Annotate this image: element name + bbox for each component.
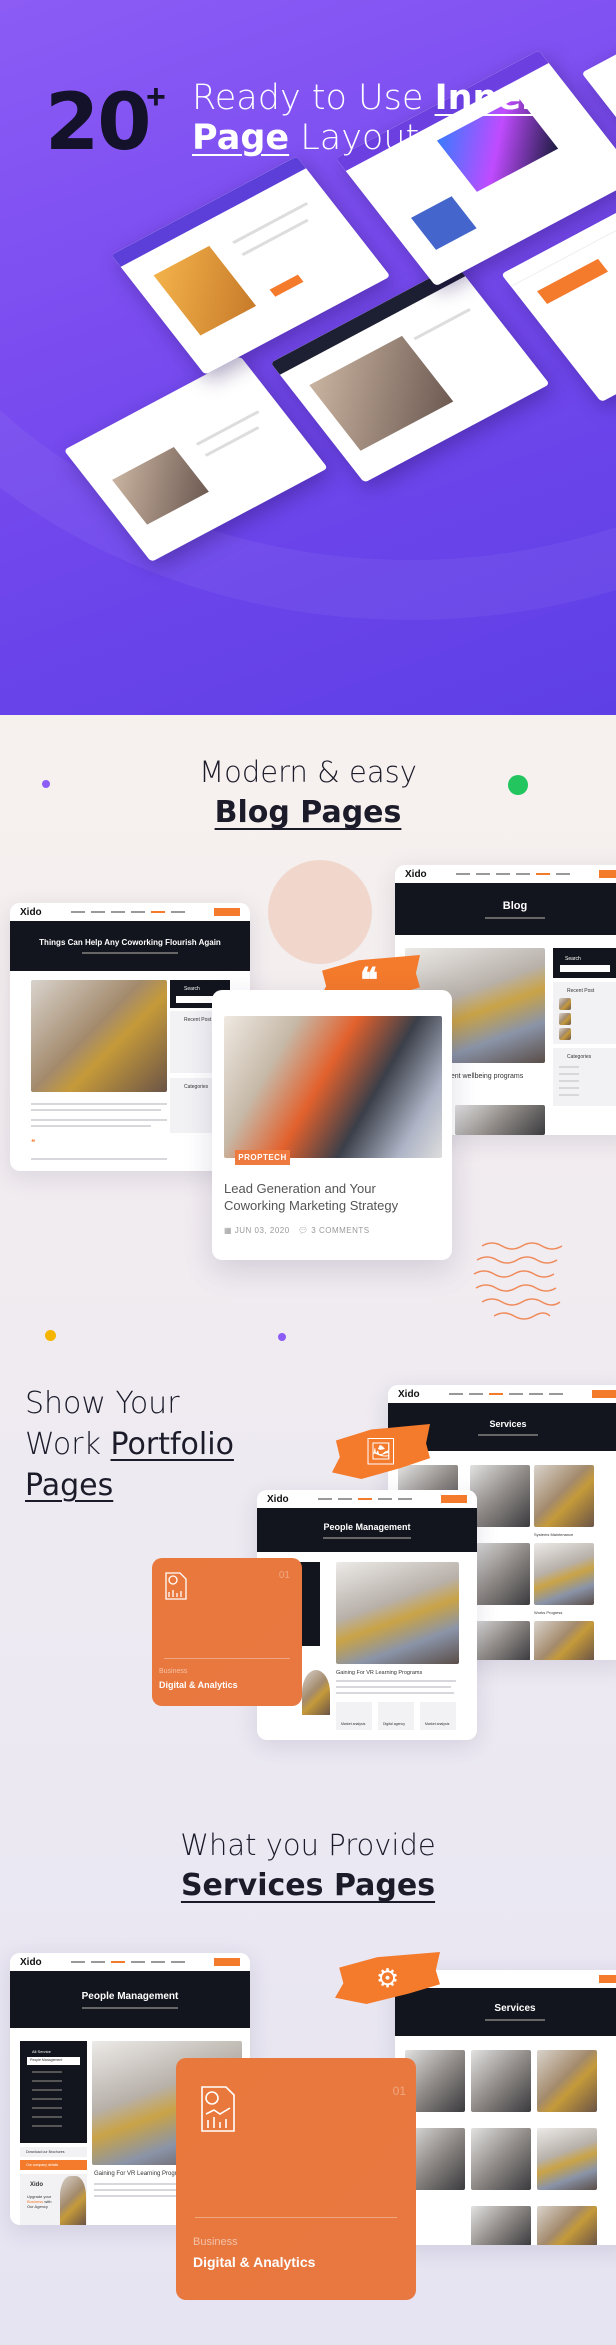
hero-title-line1: Ready to Use Inner <box>192 78 538 118</box>
category-badge[interactable]: PROPTECH <box>235 1150 290 1165</box>
service-heading: Gaining For VR Learning Programs <box>336 1670 423 1676</box>
calendar-icon: ▦ <box>224 1226 235 1235</box>
mock-title: Things Can Help Any Coworking Flourish A… <box>39 938 221 947</box>
cta-button <box>592 1390 616 1398</box>
mock-title: Services <box>489 1418 527 1429</box>
services-mockup: Services <box>395 1970 616 2245</box>
hero-section: 20 + Ready to Use Inner Page Layouts <box>0 0 616 715</box>
hero-title-text: Ready to Use <box>192 78 435 118</box>
report-chart-icon <box>201 2086 235 2132</box>
mock-title: Blog <box>502 899 528 912</box>
logo: Xido <box>398 1388 420 1400</box>
card-number: 01 <box>278 1570 290 1581</box>
service-card[interactable]: 01 Business Digital & Analytics <box>176 2058 416 2300</box>
cta-button <box>441 1495 467 1503</box>
logo: Xido <box>20 906 42 918</box>
blog-subheading: Blog Pages <box>214 795 402 830</box>
cta-button <box>214 1958 240 1966</box>
post-comments[interactable]: 3 COMMENTS <box>311 1226 369 1235</box>
hero-plus: + <box>146 78 166 116</box>
service-image <box>336 1562 459 1664</box>
brochure-button[interactable]: Download our Brochures <box>20 2147 87 2157</box>
post-image <box>455 1105 545 1135</box>
logo: Xido <box>267 1493 289 1505</box>
post-date: JUN 03, 2020 <box>234 1226 290 1235</box>
services-subheading: Services Pages <box>180 1868 436 1903</box>
mock-banner: People Management <box>10 1971 250 2028</box>
post-title: ment wellbeing programs <box>445 1073 524 1080</box>
services-heading: What you Provide <box>180 1828 436 1862</box>
post-meta: ▦ JUN 03, 2020 💬︎ 3 COMMENTS <box>224 1226 370 1235</box>
service-sidebar: All Service People Management <box>20 2041 87 2143</box>
card-number: 01 <box>392 2084 406 2098</box>
post-image <box>31 980 167 1092</box>
mock-banner: Things Can Help Any Coworking Flourish A… <box>10 921 250 971</box>
hero-title-text: Layouts <box>289 118 438 158</box>
portfolio-heading: Show Your Work Portfolio Pages <box>25 1386 234 1503</box>
mock-banner: Blog <box>395 883 616 935</box>
service-image <box>534 1543 594 1605</box>
decorative-dot <box>45 1330 56 1341</box>
hero-count: 20 <box>45 78 152 168</box>
blog-heading: Modern & easy <box>199 755 417 789</box>
cta-button <box>599 870 616 878</box>
card-category: Business <box>193 2236 238 2248</box>
promo-widget: Xido Upgrade your Business with Our Agen… <box>20 2174 87 2225</box>
mock-nav: Xido <box>10 1953 250 1971</box>
logo: Xido <box>405 868 427 880</box>
decorative-waves <box>473 1242 563 1320</box>
quote-icon: ❝ <box>31 1138 36 1147</box>
company-details-button[interactable]: Our company details <box>20 2160 87 2170</box>
hero-title-bold: Page <box>192 118 290 158</box>
mock-nav: Xido <box>257 1490 477 1508</box>
mock-title: Services <box>494 2003 536 2014</box>
mock-nav: Xido <box>10 903 250 921</box>
categories-widget: Categories <box>553 1048 616 1106</box>
mock-banner: People Management <box>257 1508 477 1552</box>
service-image <box>534 1465 594 1527</box>
preview-card <box>63 356 328 563</box>
post-image <box>224 1016 442 1158</box>
recent-posts-widget: Recent Post <box>553 982 616 1044</box>
mock-nav: Xido <box>388 1385 616 1403</box>
card-category: Business <box>159 1668 188 1675</box>
sidebar-item-active[interactable]: People Management <box>30 2058 62 2062</box>
service-heading: Gaining For VR Learning Programs <box>94 2171 189 2177</box>
report-chart-icon <box>165 1572 187 1600</box>
cta-button <box>214 908 240 916</box>
logo: Xido <box>20 1956 42 1968</box>
hero-title-bold: Inner <box>434 78 539 118</box>
promo-page: 20 + Ready to Use Inner Page Layouts Mod… <box>0 0 616 2345</box>
service-image <box>470 1465 530 1527</box>
blog-post-card[interactable]: PROPTECH Lead Generation and Your Cowork… <box>212 990 452 1260</box>
card-title: Digital & Analytics <box>193 2254 316 2270</box>
hero-title-line2: Page Layouts <box>192 118 437 158</box>
mock-title: People Management <box>81 1990 179 2002</box>
cta-button <box>599 1975 616 1983</box>
mock-banner: Services <box>395 1988 616 2036</box>
mock-nav: Xido <box>395 865 616 883</box>
search-widget: Search <box>553 948 616 978</box>
comment-icon: 💬︎ <box>297 1226 312 1235</box>
service-card[interactable]: 01 Business Digital & Analytics <box>152 1558 302 1706</box>
decorative-dot <box>278 1333 286 1341</box>
decorative-circle <box>268 860 372 964</box>
mock-title: People Management <box>323 1521 411 1532</box>
post-title[interactable]: Lead Generation and Your Coworking Marke… <box>224 1180 434 1214</box>
service-image <box>470 1543 530 1605</box>
card-title: Digital & Analytics <box>159 1680 238 1690</box>
